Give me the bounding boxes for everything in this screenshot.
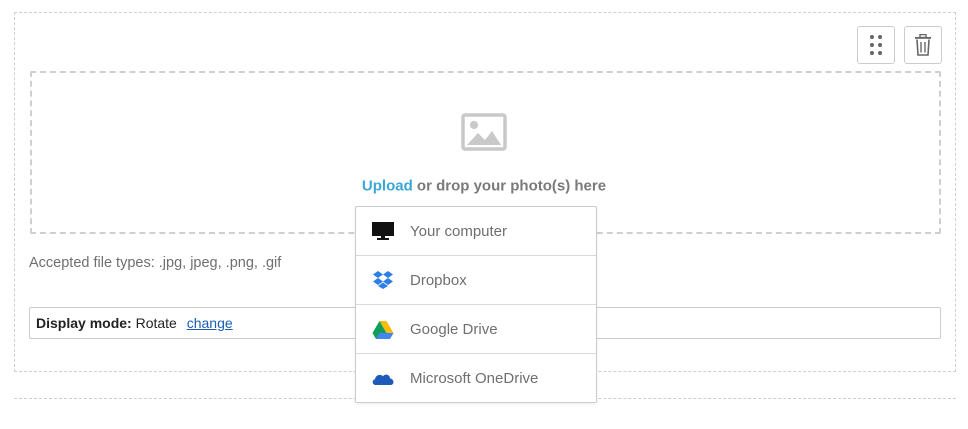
upload-prompt: Upload or drop your photo(s) here	[0, 177, 968, 195]
accepted-file-types: Accepted file types: .jpg, jpeg, .png, .…	[29, 255, 282, 271]
menu-item-dropbox[interactable]: Dropbox	[356, 256, 596, 305]
drop-text: or drop your photo(s) here	[412, 177, 607, 195]
menu-item-label: Dropbox	[410, 271, 467, 289]
dropbox-icon	[373, 271, 393, 289]
trash-icon	[915, 34, 931, 56]
upload-source-menu: Your computer Dropbox Google Drive Micro…	[355, 206, 597, 403]
drag-dots-icon	[870, 35, 882, 55]
delete-button[interactable]	[904, 26, 942, 64]
menu-item-onedrive[interactable]: Microsoft OneDrive	[356, 354, 596, 403]
menu-item-label: Your computer	[410, 222, 508, 240]
upload-link[interactable]: Upload	[362, 178, 413, 195]
display-mode-label: Display mode:	[36, 315, 132, 331]
menu-item-google-drive[interactable]: Google Drive	[356, 305, 596, 354]
menu-item-label: Microsoft OneDrive	[410, 370, 539, 387]
monitor-icon	[372, 222, 394, 240]
onedrive-icon	[372, 374, 394, 385]
image-placeholder-icon	[461, 113, 507, 151]
menu-item-your-computer[interactable]: Your computer	[356, 207, 596, 256]
display-mode-value: Rotate	[135, 315, 177, 331]
change-display-mode-link[interactable]: change	[187, 315, 233, 331]
drag-handle-button[interactable]	[857, 26, 895, 64]
google-drive-icon	[372, 320, 394, 339]
menu-item-label: Google Drive	[410, 320, 498, 338]
